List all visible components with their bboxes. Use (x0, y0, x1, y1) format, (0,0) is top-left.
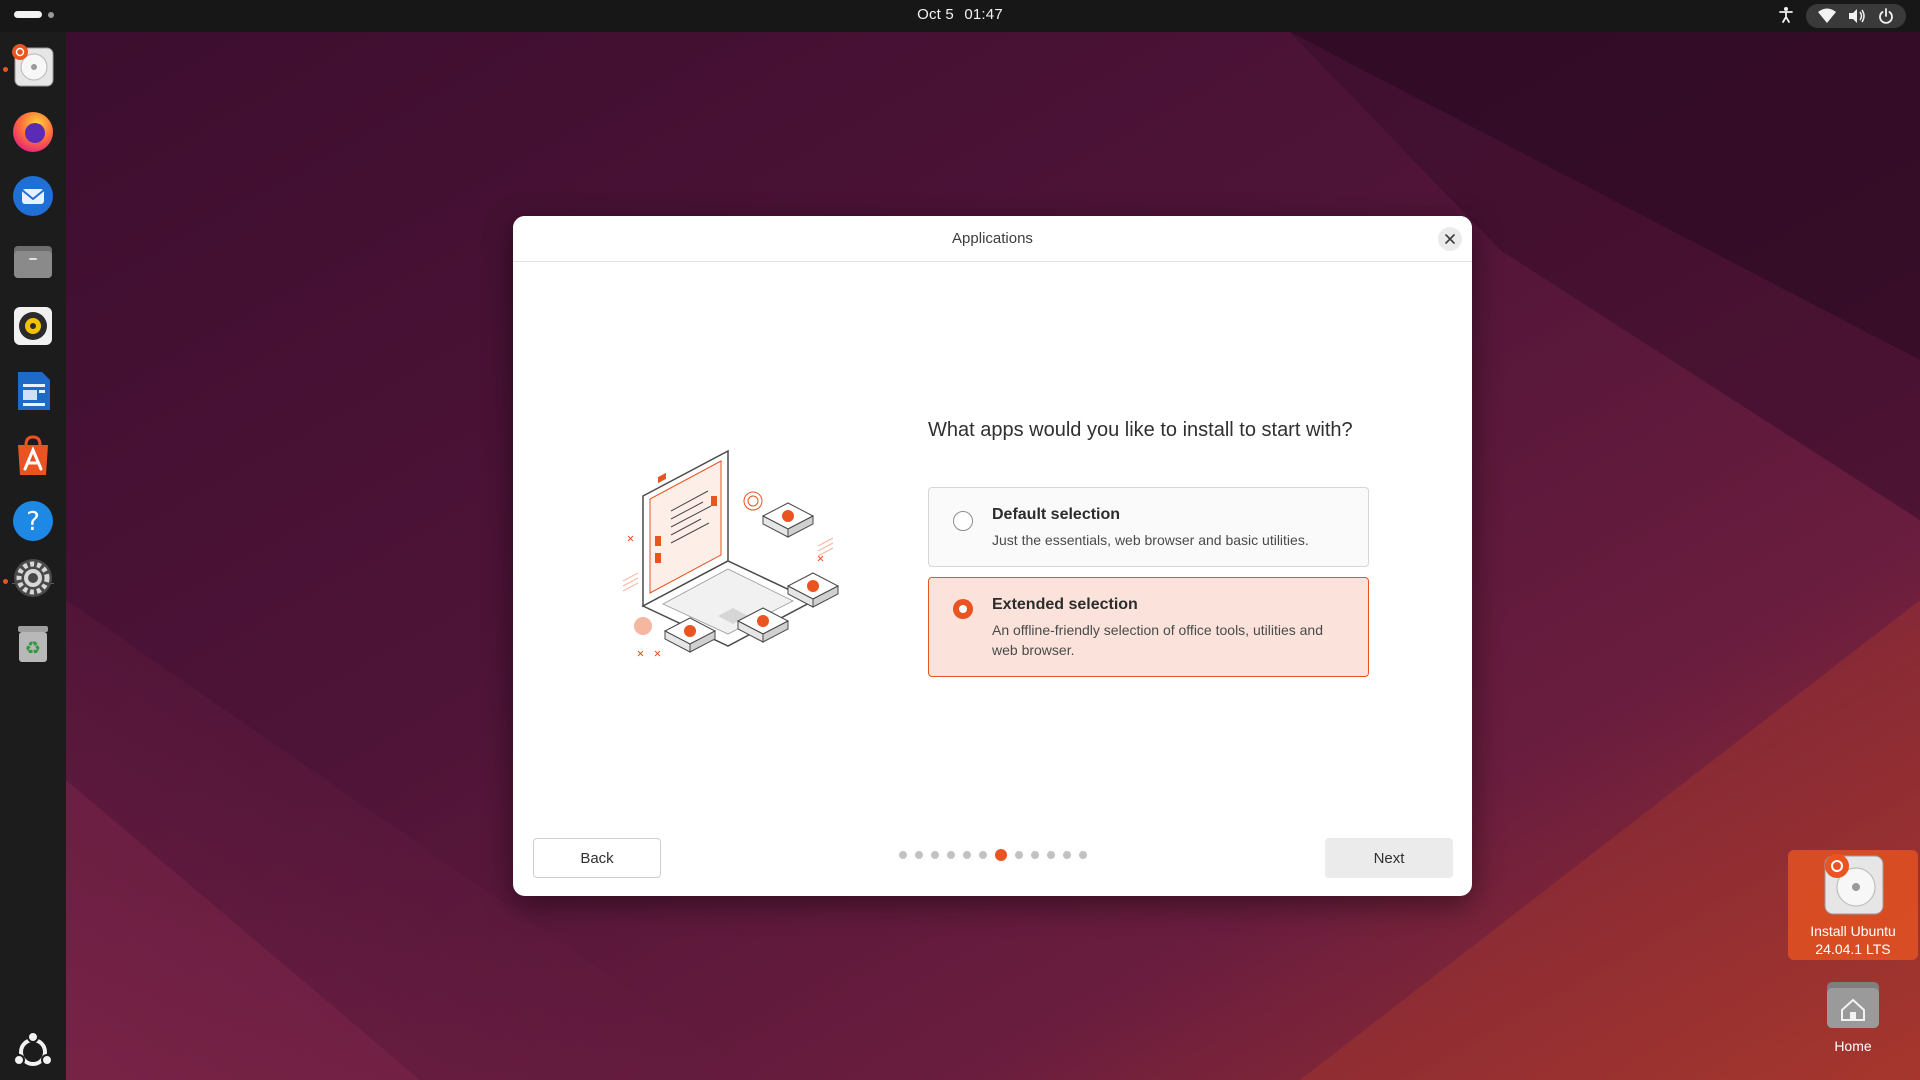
pager-dot (1062, 851, 1071, 859)
dock-trash[interactable]: ♻ (9, 619, 57, 667)
option-description: An offline-friendly selection of office … (992, 622, 1324, 658)
thunderbird-icon (13, 176, 53, 216)
pager-dot (962, 851, 971, 859)
wifi-icon (1818, 8, 1836, 24)
dock-firefox[interactable] (9, 107, 57, 155)
installer-icon (12, 44, 54, 87)
desktop-icon-label: Install Ubuntu 24.04.1 LTS (1810, 923, 1896, 957)
pager-dot (930, 851, 939, 859)
app-center-icon (18, 435, 48, 475)
rhythmbox-icon (14, 307, 52, 345)
running-indicator (3, 579, 8, 584)
pager-dot (978, 851, 987, 859)
option-title: Extended selection (992, 596, 1138, 613)
settings-icon (14, 559, 52, 597)
clock-time: 01:47 (964, 6, 1003, 23)
desktop-icon-label: Home (1834, 1038, 1872, 1054)
system-tray[interactable] (1806, 4, 1906, 28)
files-icon (14, 246, 52, 278)
dock-app-center[interactable] (9, 432, 57, 480)
question-heading: What apps would you like to install to s… (928, 419, 1353, 441)
clock-date: Oct 5 (917, 6, 954, 23)
firefox-icon (13, 112, 53, 152)
pager-dot (1046, 851, 1055, 859)
dock-files[interactable] (9, 237, 57, 285)
pager-dot (1078, 851, 1087, 859)
laptop-apps-illustration (622, 449, 840, 657)
pager-dot (898, 851, 907, 859)
top-bar: Oct 5 01:47 (0, 0, 1920, 32)
power-icon (1878, 8, 1894, 24)
dock-rhythmbox[interactable] (9, 302, 57, 350)
dock-help[interactable]: ? (9, 497, 57, 545)
desktop-home-folder[interactable]: Home (1815, 975, 1891, 1065)
running-indicator (3, 67, 8, 72)
app-tile (761, 502, 815, 538)
pager-dot (946, 851, 955, 859)
volume-icon (1848, 8, 1866, 24)
pager-dot (1030, 851, 1039, 859)
dock-install-ubuntu[interactable] (9, 42, 57, 90)
clock[interactable]: Oct 5 01:47 (0, 6, 1920, 23)
radio-extended[interactable] (953, 599, 973, 619)
svg-text:♻: ♻ (25, 638, 41, 659)
installer-icon (1824, 854, 1884, 915)
trash-icon: ♻ (18, 626, 48, 662)
pager-dot-active (994, 849, 1007, 861)
option-default-selection[interactable]: Default selection Just the essentials, w… (928, 487, 1369, 567)
ubuntu-logo-icon (13, 1031, 53, 1066)
next-button[interactable]: Next (1325, 838, 1453, 878)
option-extended-selection[interactable]: Extended selection An offline-friendly s… (928, 577, 1369, 677)
dock-thunderbird[interactable] (9, 172, 57, 220)
home-folder-icon (1827, 982, 1879, 1028)
installer-dialog: Applications What apps would you like to… (513, 216, 1472, 896)
desktop-install-ubuntu[interactable]: Install Ubuntu 24.04.1 LTS (1788, 850, 1918, 960)
dock-settings[interactable] (9, 554, 57, 602)
svg-text:?: ? (26, 507, 40, 537)
close-button[interactable] (1438, 227, 1462, 251)
dialog-header: Applications (513, 216, 1472, 262)
dock-libreoffice-writer[interactable] (9, 367, 57, 415)
dock: ? ♻ (0, 32, 66, 1080)
dialog-title: Applications (952, 230, 1033, 247)
help-icon: ? (13, 501, 53, 541)
radio-default[interactable] (953, 511, 973, 531)
option-description: Just the essentials, web browser and bas… (992, 532, 1309, 548)
show-apps-button[interactable] (9, 1028, 57, 1076)
option-title: Default selection (992, 506, 1121, 523)
accessibility-icon[interactable] (1776, 5, 1796, 30)
pager-dot (914, 851, 923, 859)
close-icon (1445, 234, 1455, 244)
pager-dot (1014, 851, 1023, 859)
writer-icon (18, 372, 50, 410)
